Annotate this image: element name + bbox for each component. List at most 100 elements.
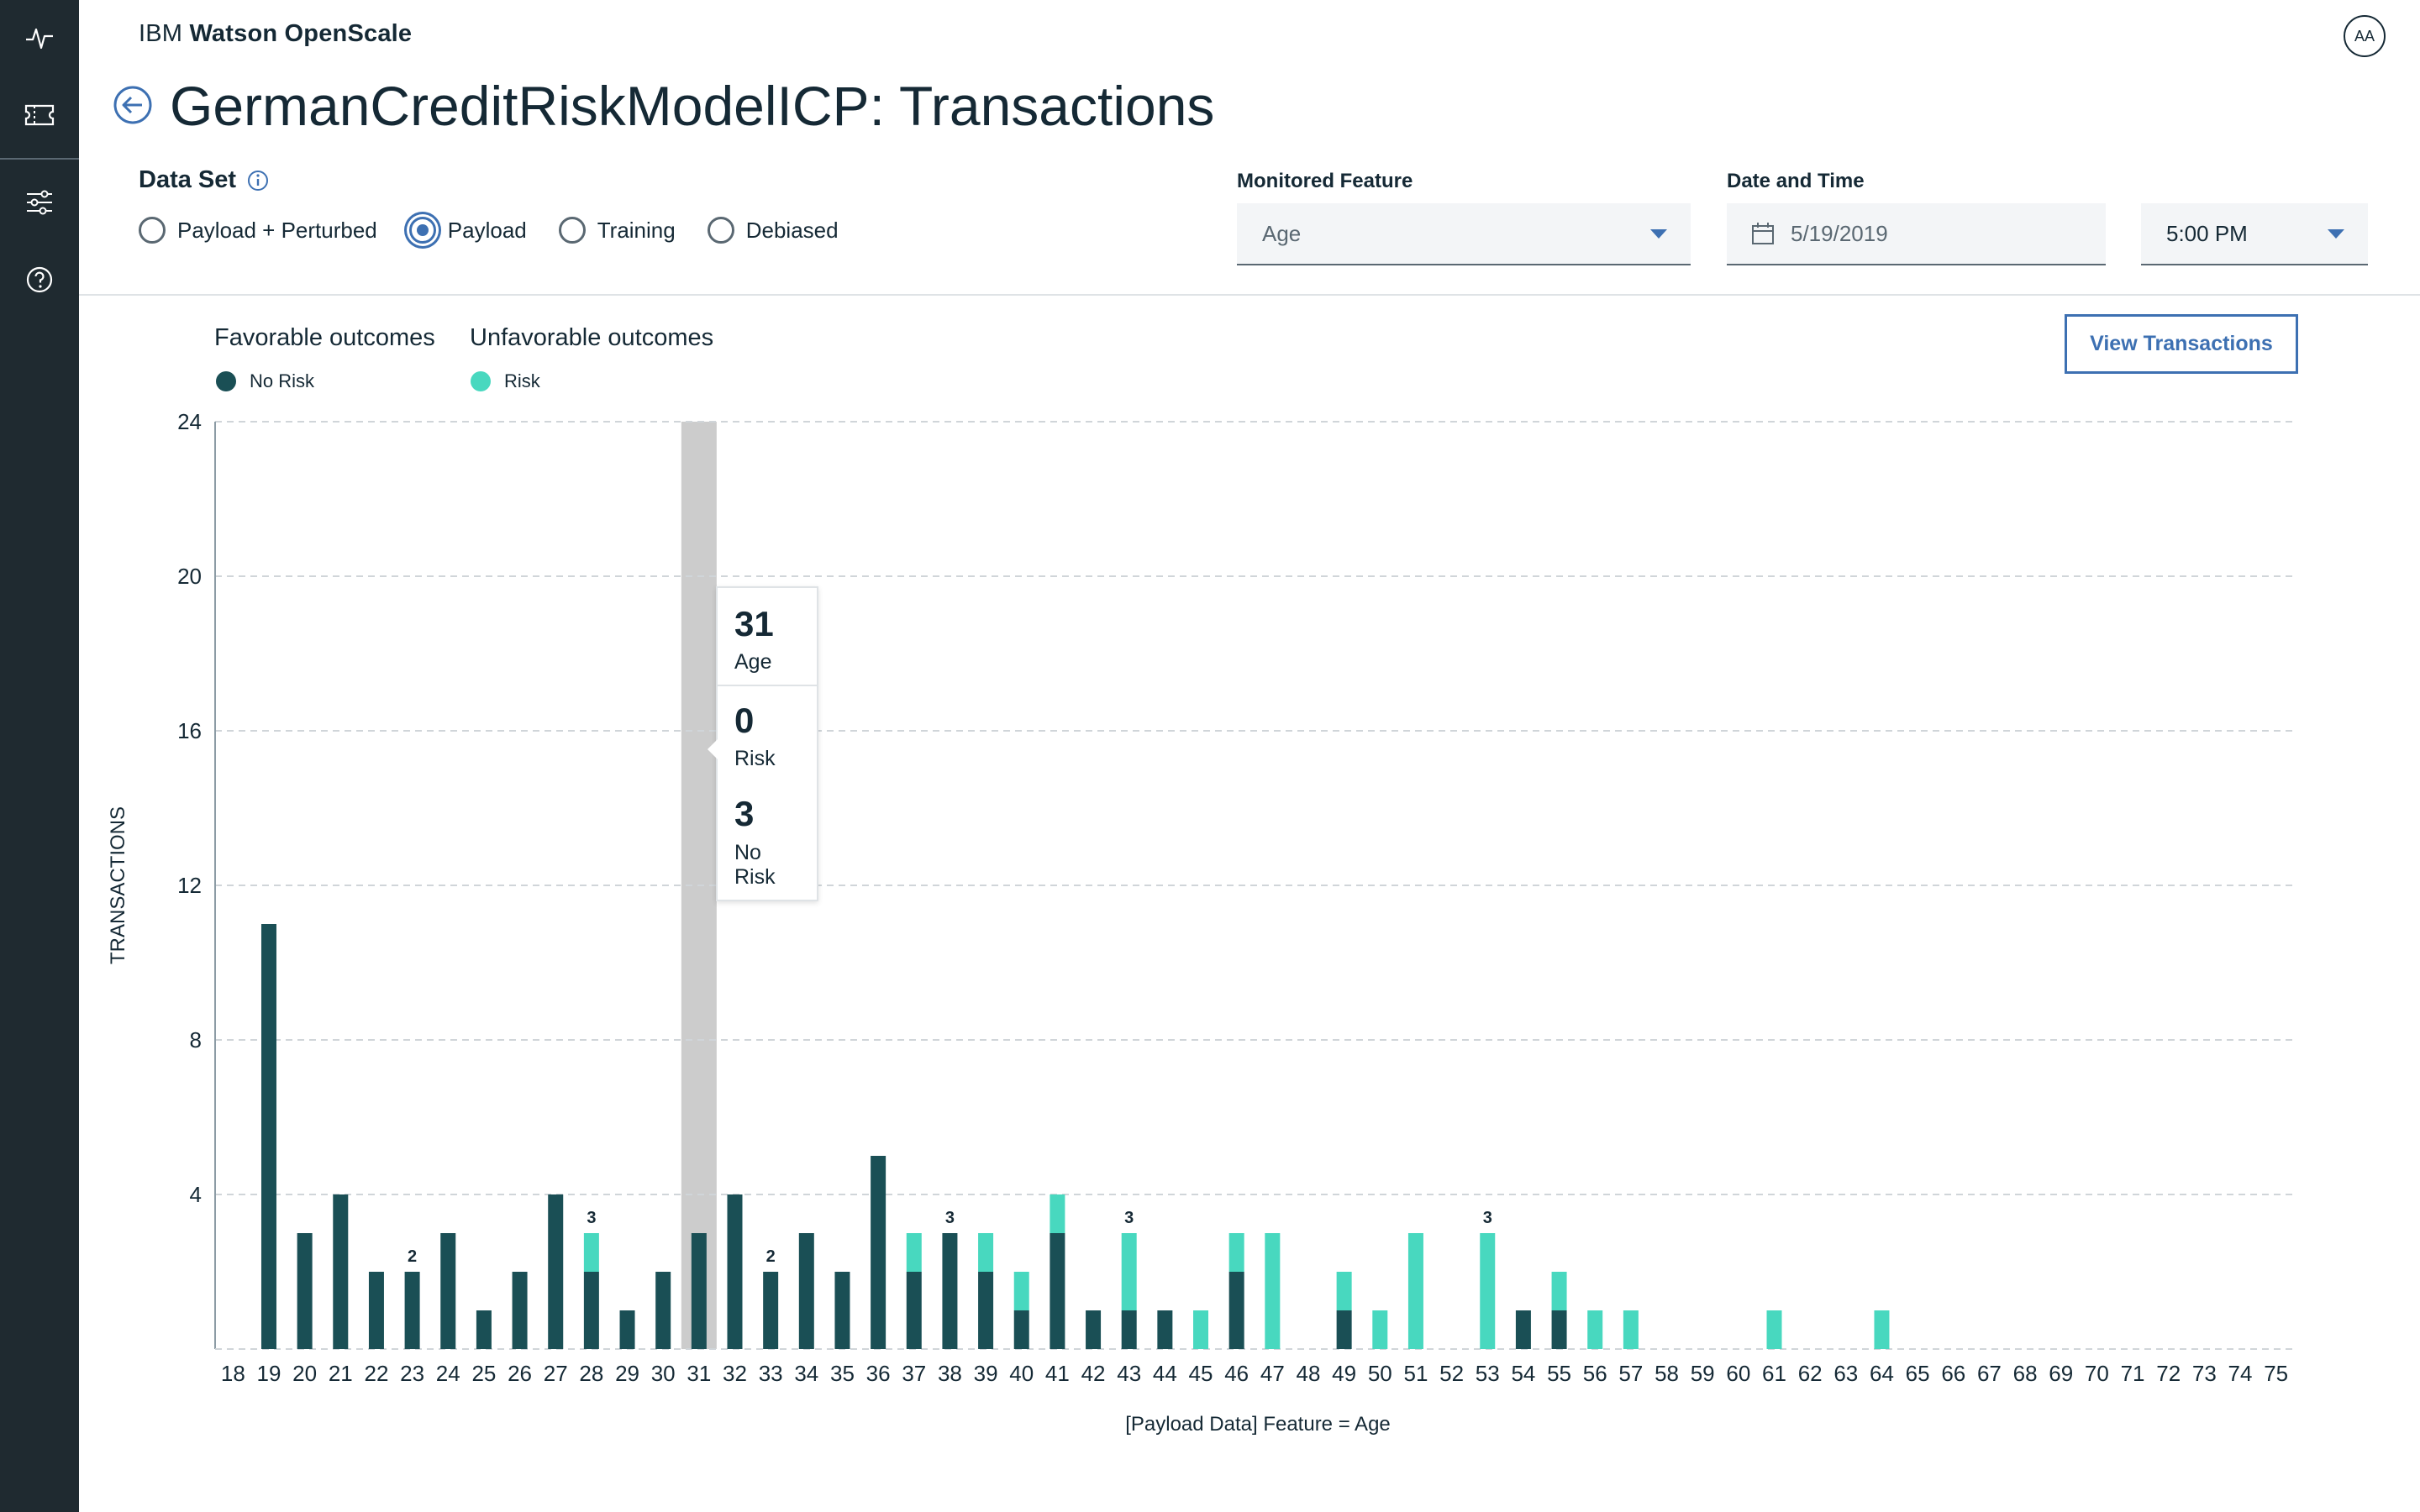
bar-risk [1228,1233,1244,1272]
bar-no-risk [942,1233,958,1349]
bar-data-label: 3 [1483,1209,1492,1227]
bar-risk [1372,1310,1388,1349]
x-tick-label: 42 [1081,1361,1106,1386]
bar-no-risk [691,1233,707,1349]
y-tick-label: 12 [177,873,202,898]
transactions-bar-chart: 481216202418 19 20 21 22 23 24 25 26 27 28 29 30 31 32… [107,409,2294,1436]
x-tick-label: 67 [1977,1361,2002,1386]
bar-risk [1121,1233,1137,1310]
x-tick-label: 51 [1403,1361,1428,1386]
tooltip-no-risk-value: 3 [734,794,755,834]
bar-risk [1480,1233,1496,1349]
x-tick-label: 22 [364,1361,388,1386]
x-tick-label: 29 [615,1361,639,1386]
x-tick-label: 52 [1439,1361,1464,1386]
x-tick-label: 61 [1762,1361,1786,1386]
bar-no-risk [1157,1310,1173,1349]
tooltip-age-section: 31 Age [718,588,817,687]
x-tick-label: 69 [2049,1361,2073,1386]
x-tick-label: 18 [221,1361,245,1386]
bar-no-risk [476,1310,492,1349]
x-tick-label: 55 [1547,1361,1571,1386]
x-tick-label: 74 [2228,1361,2253,1386]
bar-no-risk [1336,1310,1352,1349]
x-tick-label: 57 [1618,1361,1643,1386]
bar-risk [1193,1310,1209,1349]
bar-no-risk [619,1310,635,1349]
x-tick-label: 71 [2121,1361,2145,1386]
bar-no-risk [834,1272,850,1349]
bar-data-label: 3 [1124,1209,1134,1227]
bar-no-risk [297,1233,313,1349]
bar-no-risk [1013,1310,1029,1349]
y-tick-label: 20 [177,564,202,589]
x-tick-label: 26 [508,1361,532,1386]
bar-no-risk [1228,1272,1244,1349]
y-axis-title: TRANSACTIONS [107,806,129,964]
bar-no-risk [978,1272,994,1349]
bar-risk [906,1233,922,1272]
x-tick-label: 30 [651,1361,676,1386]
x-tick-label: 59 [1691,1361,1715,1386]
x-tick-label: 43 [1117,1361,1141,1386]
bar-risk [1766,1310,1782,1349]
bar-risk [1587,1310,1603,1349]
x-tick-label: 62 [1798,1361,1823,1386]
x-tick-label: 24 [436,1361,460,1386]
bar-data-label: 2 [766,1247,776,1266]
tooltip-risk-value: 0 [734,701,755,741]
tooltip-age-label: Age [734,650,772,675]
x-tick-label: 53 [1476,1361,1500,1386]
bar-data-label: 3 [587,1209,596,1227]
x-tick-label: 19 [257,1361,281,1386]
bar-risk [1874,1310,1890,1349]
x-tick-label: 66 [1941,1361,1965,1386]
bar-no-risk [368,1272,384,1349]
x-tick-label: 41 [1045,1361,1070,1386]
bar-no-risk [548,1194,564,1349]
bar-risk [1551,1272,1567,1310]
bar-risk [1407,1233,1423,1349]
x-tick-label: 39 [974,1361,998,1386]
bar-no-risk [260,924,276,1349]
x-tick-label: 73 [2192,1361,2217,1386]
bar-no-risk [583,1272,599,1349]
x-tick-label: 64 [1870,1361,1894,1386]
bar-no-risk [727,1194,743,1349]
x-tick-label: 63 [1833,1361,1858,1386]
x-tick-label: 70 [2085,1361,2109,1386]
tooltip-counts-section: 0 Risk 3 No Risk [718,686,817,899]
x-tick-label: 44 [1153,1361,1177,1386]
bar-risk [583,1233,599,1272]
x-tick-label: 54 [1511,1361,1535,1386]
y-tick-label: 24 [177,409,202,434]
tooltip-no-risk-label: No Risk [734,840,776,889]
x-tick-label: 60 [1726,1361,1750,1386]
x-tick-label: 25 [471,1361,496,1386]
y-tick-label: 8 [190,1027,202,1053]
x-tick-label: 48 [1297,1361,1321,1386]
x-tick-label: 47 [1260,1361,1285,1386]
x-tick-label: 32 [723,1361,747,1386]
bar-no-risk [512,1272,528,1349]
x-tick-label: 50 [1368,1361,1392,1386]
bar-no-risk [404,1272,420,1349]
x-tick-label: 21 [329,1361,353,1386]
x-tick-label: 65 [1906,1361,1930,1386]
x-tick-label: 45 [1189,1361,1213,1386]
x-tick-label: 68 [2013,1361,2038,1386]
chart-tooltip: 31 Age 0 Risk 3 No Risk [708,586,818,901]
x-tick-label: 38 [938,1361,962,1386]
bar-risk [1336,1272,1352,1310]
bar-no-risk [1086,1310,1102,1349]
x-tick-label: 35 [830,1361,855,1386]
x-tick-label: 72 [2156,1361,2181,1386]
x-tick-label: 23 [400,1361,424,1386]
x-tick-label: 56 [1583,1361,1607,1386]
x-tick-label: 27 [544,1361,568,1386]
bar-no-risk [1515,1310,1531,1349]
bar-data-label: 3 [945,1209,955,1227]
bar-no-risk [333,1194,349,1349]
x-tick-label: 40 [1009,1361,1034,1386]
bar-risk [1623,1310,1639,1349]
